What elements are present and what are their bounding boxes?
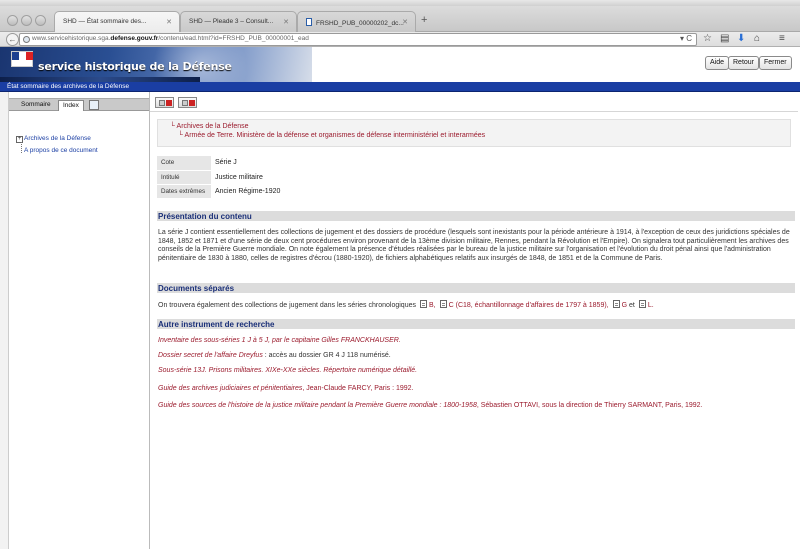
divider [150,111,798,112]
cote-value: Série J [211,156,285,171]
tree-item-about[interactable]: A propos de ce document [24,147,98,154]
research-item[interactable]: Dossier secret de l'affaire Dreyfus : ac… [158,352,391,359]
research-item[interactable]: Guide des sources de l'histoire de la ju… [158,402,703,409]
browser-tab-frshd[interactable]: FRSHD_PUB_00000202_dc... ✕ [297,11,416,32]
reading-list-icon[interactable]: ▤ [720,33,729,45]
dates-value: Ancien Régime-1920 [211,184,285,199]
bookmark-star-icon[interactable]: ☆ [703,33,712,45]
url-path: /contenu/ead.html?id=FRSHD_PUB_00000001_… [158,35,309,42]
document-icon [420,300,427,308]
sidebar-tabs: Sommaire Index [9,98,149,111]
intitule-label: Intitulé [157,170,211,185]
home-icon[interactable]: ⌂ [754,33,760,45]
browser-navbar: ← www.servicehistorique.sga.defense.gouv… [0,32,800,47]
reload-icon[interactable]: ▾ C [680,34,692,43]
documents-text: On trouvera également des collections de… [158,300,654,309]
breadcrumb-level1[interactable]: └ Archives de la Défense [170,123,249,130]
search-icon[interactable] [89,100,99,110]
tab-label: SHD — État sommaire des... [63,18,147,25]
window-minimize-button[interactable] [21,15,32,26]
globe-icon [23,36,30,43]
breadcrumb: └ Archives de la Défense └ Armée de Terr… [157,119,791,147]
close-button[interactable]: Fermer [759,56,792,70]
tab-label: FRSHD_PUB_00000202_dc... [316,20,404,27]
browser-tab-etat-sommaire[interactable]: SHD — État sommaire des... ✕ [54,11,180,32]
dates-label: Dates extrêmes [157,184,211,199]
link-serie-g[interactable]: G [622,302,627,309]
cote-label: Cote [157,156,211,171]
research-item[interactable]: Guide des archives judiciaires et pénite… [158,385,414,392]
window-edge [0,92,9,549]
link-serie-c[interactable]: C (C18, échantillonnage d'affaires de 17… [449,302,609,309]
marianne-logo [11,51,33,67]
site-title: service historique de la Défense [38,60,232,73]
close-icon[interactable]: ✕ [283,18,289,26]
close-icon[interactable]: ✕ [166,18,172,26]
pdf-icon[interactable] [178,97,197,108]
document-icon [612,300,620,308]
print-icon[interactable] [155,97,174,108]
tab-index[interactable]: Index [58,100,84,111]
sidebar: Sommaire Index + Archives de la Défense … [9,92,150,549]
section-research-title: Autre instrument de recherche [157,318,795,329]
document-icon [306,18,312,26]
browser-tab-pleade[interactable]: SHD — Pleade 3 – Consult... ✕ [180,11,297,32]
url-bar[interactable]: www.servicehistorique.sga.defense.gouv.f… [19,33,697,46]
site-header: service historique de la Défense Aide Re… [0,47,800,82]
new-tab-button[interactable]: + [421,14,427,26]
page-title: État sommaire des archives de la Défense [0,82,800,92]
window-zoom-button[interactable] [35,15,46,26]
section-documents-title: Documents séparés [157,282,795,293]
close-icon[interactable]: ✕ [402,18,408,26]
section-presentation-title: Présentation du contenu [157,210,795,221]
table-row: Dates extrêmes Ancien Régime-1920 [157,184,285,199]
url-prefix: www.servicehistorique.sga. [32,35,111,42]
url-domain: defense.gouv.fr [110,35,159,42]
link-serie-b[interactable]: B, [429,302,436,309]
research-item[interactable]: Sous-série 13J. Prisons militaires. XIXe… [158,367,417,374]
tab-label: SHD — Pleade 3 – Consult... [189,18,274,25]
download-icon[interactable]: ⬇ [737,33,745,45]
menu-icon[interactable]: ≡ [779,33,785,45]
table-row: Intitulé Justice militaire [157,170,285,185]
table-row: Cote Série J [157,156,285,171]
back-arrow-icon[interactable]: ← [6,33,19,46]
site-banner: service historique de la Défense [0,47,312,82]
tree-connector [21,142,22,153]
research-item[interactable]: Inventaire des sous-séries 1 J à 5 J, pa… [158,337,401,344]
tree-item-archives[interactable]: Archives de la Défense [24,135,91,142]
window-close-button[interactable] [7,15,18,26]
document-icon [638,300,646,308]
main-content: └ Archives de la Défense └ Armée de Terr… [150,92,800,549]
browser-tabstrip: SHD — État sommaire des... ✕ SHD — Plead… [0,6,800,32]
back-button[interactable]: Retour [728,56,760,70]
presentation-text: La série J contient essentiellement des … [158,229,790,262]
document-icon [439,300,447,308]
tab-sommaire[interactable]: Sommaire [17,100,55,111]
intitule-value: Justice militaire [211,170,285,185]
help-button[interactable]: Aide [705,56,730,70]
breadcrumb-level2[interactable]: └ Armée de Terre. Ministère de la défens… [178,132,485,139]
link-serie-l[interactable]: L. [648,302,654,309]
info-table: Cote Série J Intitulé Justice militaire … [157,156,285,199]
